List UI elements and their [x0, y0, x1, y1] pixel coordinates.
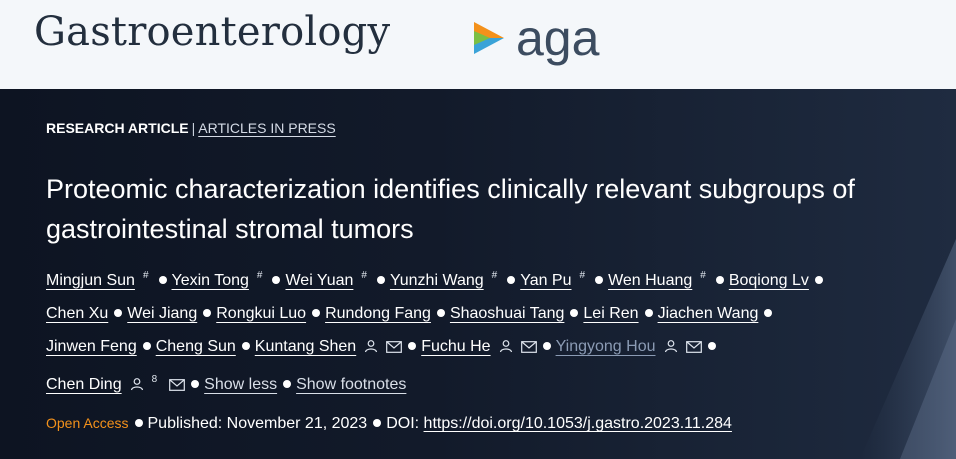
- author-link[interactable]: Jinwen Feng: [46, 338, 137, 355]
- journal-brand[interactable]: Gastroenterology: [34, 9, 390, 55]
- person-icon[interactable]: [364, 339, 378, 353]
- person-icon[interactable]: [130, 377, 144, 391]
- aga-logo-text: aga: [516, 10, 600, 66]
- separator-dot: [814, 275, 823, 284]
- separator-dot: [134, 418, 143, 427]
- author-link[interactable]: Wei Yuan: [285, 272, 353, 289]
- separator-dot: [142, 341, 151, 350]
- author-link[interactable]: Shaoshuai Tang: [450, 305, 564, 322]
- separator-dot: [570, 308, 579, 317]
- author-link[interactable]: Rundong Fang: [325, 305, 431, 322]
- show-less-link[interactable]: Show less: [204, 376, 277, 393]
- show-footnotes-link[interactable]: Show footnotes: [296, 376, 406, 393]
- author-link[interactable]: Mingjun Sun: [46, 272, 135, 289]
- separator-dot: [715, 275, 724, 284]
- separator-dot: [114, 308, 123, 317]
- author-footnote-marker[interactable]: #: [143, 270, 149, 281]
- author-link[interactable]: Chen Ding: [46, 376, 122, 393]
- mail-icon[interactable]: [685, 341, 702, 353]
- aga-play-logo-icon: [474, 22, 504, 54]
- separator-dot: [644, 308, 653, 317]
- author-list: Mingjun Sun # Yexin Tong # Wei Yuan # Yunzhi W…: [46, 259, 926, 401]
- separator-dot: [283, 379, 292, 388]
- separator-dot: [595, 275, 604, 284]
- breadcrumb-separator: |: [191, 120, 196, 136]
- separator-dot: [203, 308, 212, 317]
- doi-label: DOI:: [386, 415, 420, 432]
- separator-dot: [507, 275, 516, 284]
- separator-dot: [158, 275, 167, 284]
- author-footnote-marker[interactable]: #: [580, 270, 586, 281]
- author-link[interactable]: Yan Pu: [520, 272, 571, 289]
- published-date: Published: November 21, 2023: [147, 415, 368, 432]
- articles-in-press-link[interactable]: ARTICLES IN PRESS: [198, 120, 335, 136]
- author-link[interactable]: Boqiong Lv: [729, 272, 809, 289]
- journal-header: Gastroenterology aga: [0, 0, 956, 89]
- separator-dot: [408, 341, 417, 350]
- aga-logo[interactable]: aga: [470, 13, 599, 63]
- breadcrumb: RESEARCH ARTICLE | ARTICLES IN PRESS: [46, 120, 336, 136]
- article-type: RESEARCH ARTICLE: [46, 120, 189, 136]
- open-access-badge[interactable]: Open Access: [46, 415, 129, 431]
- author-link[interactable]: Wen Huang: [608, 272, 692, 289]
- mail-icon[interactable]: [169, 379, 186, 391]
- author-link[interactable]: Wei Jiang: [127, 305, 197, 322]
- author-link[interactable]: Kuntang Shen: [255, 338, 356, 355]
- author-link[interactable]: Fuchu He: [421, 338, 490, 355]
- separator-dot: [272, 275, 281, 284]
- separator-dot: [542, 341, 551, 350]
- person-icon[interactable]: [499, 339, 513, 353]
- author-footnote-marker[interactable]: #: [492, 270, 498, 281]
- author-footnote-marker[interactable]: #: [700, 270, 706, 281]
- separator-dot: [312, 308, 321, 317]
- author-footnote-marker[interactable]: 8: [152, 374, 158, 385]
- author-link[interactable]: Cheng Sun: [156, 338, 236, 355]
- author-link[interactable]: Yexin Tong: [172, 272, 249, 289]
- author-link[interactable]: Yingyong Hou: [556, 338, 656, 355]
- mail-icon[interactable]: [386, 341, 403, 353]
- separator-dot: [376, 275, 385, 284]
- separator-dot: [436, 308, 445, 317]
- author-link[interactable]: Jiachen Wang: [658, 305, 759, 322]
- article-header: RESEARCH ARTICLE | ARTICLES IN PRESS Prote…: [0, 89, 956, 459]
- doi-link[interactable]: https://doi.org/10.1053/j.gastro.2023.11…: [424, 415, 732, 432]
- article-title: Proteomic characterization identifies cl…: [46, 174, 855, 244]
- separator-dot: [241, 341, 250, 350]
- separator-dot: [707, 341, 716, 350]
- mail-icon[interactable]: [520, 341, 537, 353]
- author-link[interactable]: Lei Ren: [583, 305, 638, 322]
- article-meta: Open Access Published: November 21, 2023 D…: [46, 415, 732, 433]
- separator-dot: [764, 308, 773, 317]
- author-footnote-marker[interactable]: #: [257, 270, 263, 281]
- separator-dot: [191, 379, 200, 388]
- author-link[interactable]: Yunzhi Wang: [390, 272, 484, 289]
- author-link[interactable]: Chen Xu: [46, 305, 108, 322]
- author-link[interactable]: Rongkui Luo: [216, 305, 306, 322]
- person-icon[interactable]: [664, 339, 678, 353]
- author-footnote-marker[interactable]: #: [361, 270, 367, 281]
- separator-dot: [373, 418, 382, 427]
